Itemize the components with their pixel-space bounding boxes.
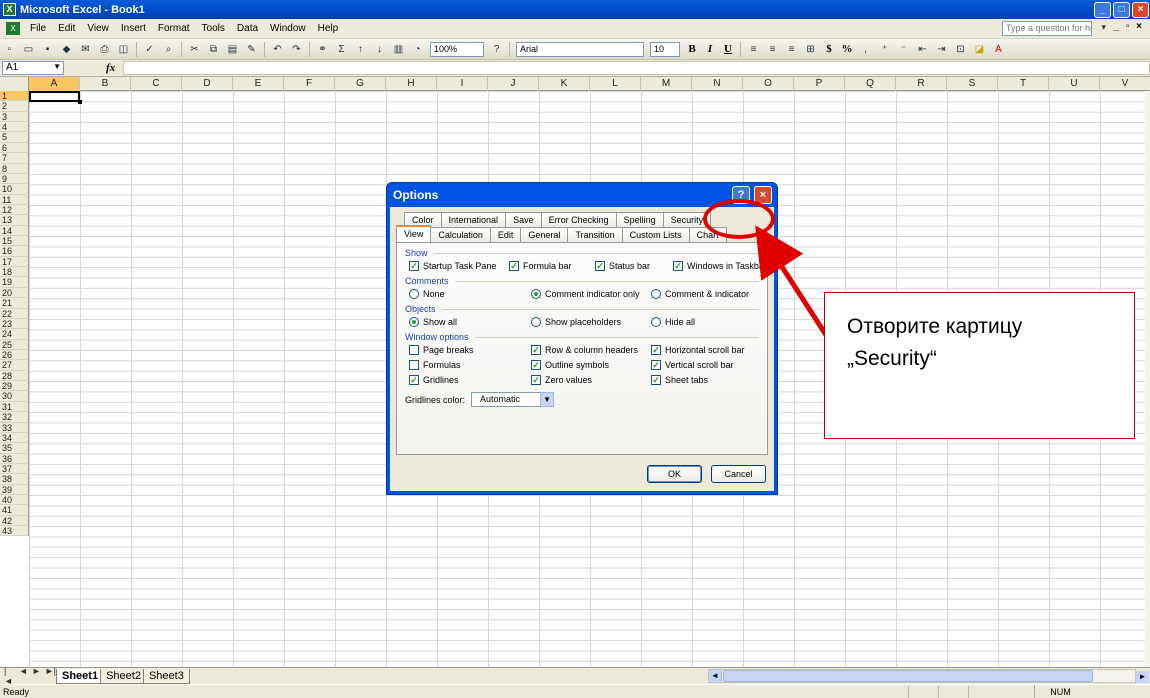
callout-line-2: „Security“ [847,347,937,370]
instruction-callout: Отворите картицу „Security“ [824,292,1135,439]
callout-line-1: Отворите картицу [847,315,1023,338]
